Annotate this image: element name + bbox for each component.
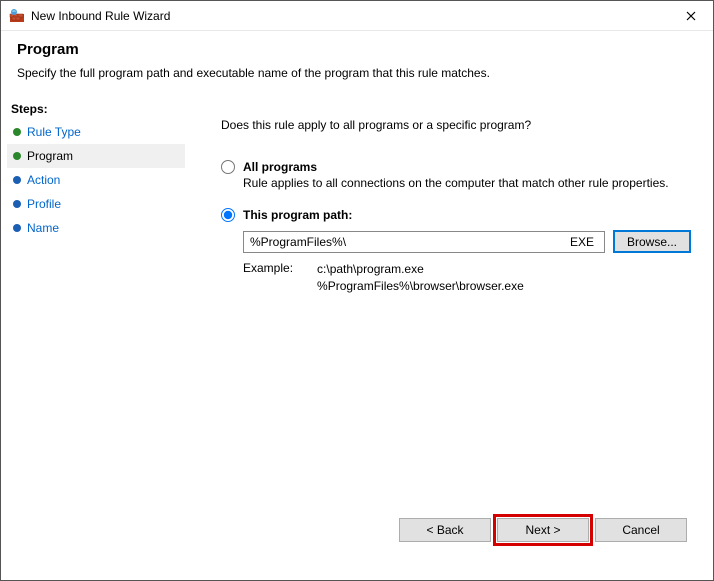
- radio-desc-all: Rule applies to all connections on the c…: [243, 176, 691, 190]
- step-label[interactable]: Action: [27, 173, 60, 187]
- bullet-icon: [13, 200, 21, 208]
- step-label[interactable]: Name: [27, 221, 59, 235]
- radio-label-path: This program path:: [243, 208, 352, 222]
- radio-input-all[interactable]: [221, 160, 235, 174]
- path-ext: EXE: [570, 235, 598, 249]
- radio-all-programs[interactable]: All programs: [221, 160, 691, 174]
- footer-buttons: < Back Next > Cancel: [221, 508, 691, 552]
- step-label[interactable]: Rule Type: [27, 125, 81, 139]
- window-title: New Inbound Rule Wizard: [31, 9, 668, 23]
- example-path-2: %ProgramFiles%\browser\browser.exe: [317, 278, 524, 295]
- program-path-input[interactable]: %ProgramFiles%\ EXE: [243, 231, 605, 253]
- bullet-icon: [13, 128, 21, 136]
- radio-label-all: All programs: [243, 160, 317, 174]
- next-button[interactable]: Next >: [497, 518, 589, 542]
- steps-heading: Steps:: [7, 102, 185, 120]
- path-value: %ProgramFiles%\: [250, 235, 346, 249]
- main-prompt: Does this rule apply to all programs or …: [221, 118, 691, 132]
- main-panel: Does this rule apply to all programs or …: [191, 94, 713, 562]
- page-subtitle: Specify the full program path and execut…: [17, 66, 697, 80]
- page-title: Program: [17, 41, 697, 58]
- step-profile[interactable]: Profile: [7, 192, 185, 216]
- steps-sidebar: Steps: Rule Type Program Action Profile …: [1, 94, 191, 562]
- browse-button[interactable]: Browse...: [613, 230, 691, 253]
- example-label: Example:: [243, 261, 293, 295]
- step-program: Program: [7, 144, 185, 168]
- example-path-1: c:\path\program.exe: [317, 261, 524, 278]
- bullet-icon: [13, 152, 21, 160]
- step-rule-type[interactable]: Rule Type: [7, 120, 185, 144]
- cancel-button[interactable]: Cancel: [595, 518, 687, 542]
- radio-input-path[interactable]: [221, 208, 235, 222]
- step-label[interactable]: Profile: [27, 197, 61, 211]
- radio-program-path[interactable]: This program path:: [221, 208, 691, 222]
- bullet-icon: [13, 176, 21, 184]
- bullet-icon: [13, 224, 21, 232]
- step-action[interactable]: Action: [7, 168, 185, 192]
- titlebar: New Inbound Rule Wizard: [1, 1, 713, 31]
- step-label: Program: [27, 149, 73, 163]
- step-name[interactable]: Name: [7, 216, 185, 240]
- example-block: Example: c:\path\program.exe %ProgramFil…: [243, 261, 691, 295]
- firewall-icon: [9, 8, 25, 24]
- back-button[interactable]: < Back: [399, 518, 491, 542]
- header: Program Specify the full program path an…: [1, 31, 713, 94]
- close-button[interactable]: [668, 1, 713, 31]
